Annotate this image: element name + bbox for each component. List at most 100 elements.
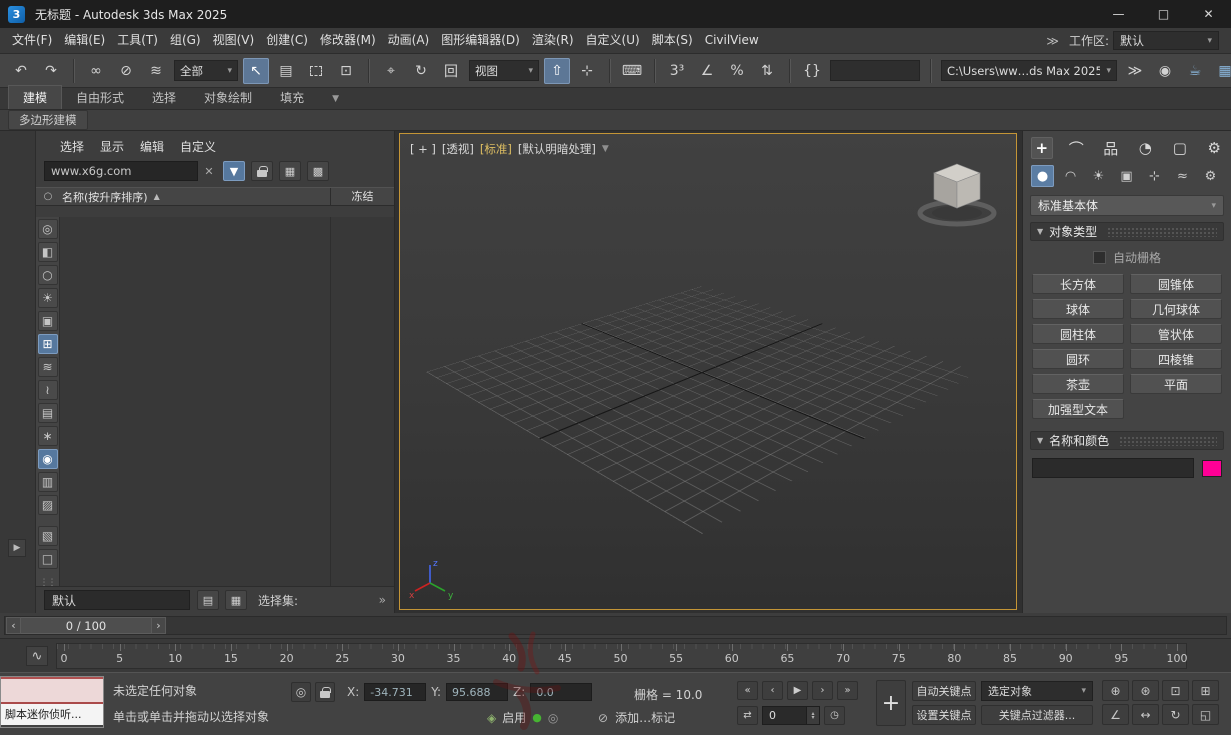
explorer-menu[interactable]: 显示 <box>92 138 132 155</box>
lock-selection-icon[interactable] <box>315 682 335 702</box>
xrefs-filter-icon[interactable]: ∗ <box>37 426 58 446</box>
next-frame-button[interactable]: › <box>812 681 833 700</box>
object-type-button[interactable]: 加强型文本 <box>1032 399 1124 419</box>
viewport-pov-menu[interactable]: [透视] <box>442 141 474 157</box>
angle-snap-icon[interactable]: ∠ <box>694 58 720 84</box>
modify-tab[interactable]: ⌒ <box>1066 137 1088 159</box>
undo-icon[interactable]: ↶ <box>8 58 34 84</box>
ribbon-tab[interactable]: 对象绘制 <box>190 86 266 109</box>
select-and-move-icon[interactable]: ⌖ <box>378 58 404 84</box>
menu-item[interactable]: 创建(C) <box>260 28 314 53</box>
go-to-end-button[interactable]: » <box>837 681 858 700</box>
shapes-filter-icon[interactable]: ○ <box>37 265 58 285</box>
cameras-category[interactable]: ▣ <box>1115 165 1138 187</box>
play-button[interactable]: ▶ <box>787 681 808 700</box>
helpers-category[interactable]: ⊹ <box>1143 165 1166 187</box>
display-tab[interactable]: ▢ <box>1169 137 1191 159</box>
snaps-toggle-3d-icon[interactable]: 3³ <box>664 58 690 84</box>
ribbon-tab[interactable]: 建模 <box>8 85 63 109</box>
time-slider-track[interactable] <box>4 616 1227 635</box>
object-type-button[interactable]: 长方体 <box>1032 274 1124 294</box>
add-time-tag-label[interactable]: 添加…标记 <box>615 709 675 726</box>
render-setup-icon[interactable]: ☕ <box>1182 58 1208 84</box>
object-type-button[interactable]: 圆环 <box>1032 349 1124 369</box>
ribbon-tab[interactable]: 选择 <box>138 86 190 109</box>
menu-item[interactable]: 组(G) <box>164 28 207 53</box>
frame-spinner[interactable]: ▴ ▾ <box>806 707 819 724</box>
zoom-extents-all-icon[interactable]: ⊞ <box>1192 680 1219 701</box>
macro-recorder-pane[interactable] <box>1 677 103 704</box>
name-column-header[interactable]: 名称(按升序排序) ▲ <box>60 189 330 205</box>
key-mode-toggle-icon[interactable]: ⇄ <box>737 706 758 725</box>
time-slider-value[interactable]: 0 / 100 <box>21 617 151 634</box>
object-type-rollout-header[interactable]: ▼ 对象类型 <box>1030 222 1224 241</box>
name-color-rollout-header[interactable]: ▼ 名称和颜色 <box>1030 431 1224 450</box>
field-of-view-icon[interactable]: ∠ <box>1102 704 1129 725</box>
animation-status-icon[interactable]: ◈ <box>487 711 496 725</box>
listener-pane[interactable]: 脚本迷你侦听... <box>1 704 103 725</box>
object-type-button[interactable]: 茶壶 <box>1032 374 1124 394</box>
go-to-start-button[interactable]: « <box>737 681 758 700</box>
unlink-selection-icon[interactable]: ⊘ <box>113 58 139 84</box>
selection-filter-combo[interactable]: 全部 ▾ <box>174 60 238 81</box>
subcategory-combo[interactable]: 标准基本体 ▾ <box>1030 195 1224 216</box>
minimize-button[interactable]: — <box>1096 0 1141 28</box>
maximize-viewport-icon[interactable]: ◱ <box>1192 704 1219 725</box>
materials-filter-icon[interactable]: ▥ <box>37 472 58 492</box>
menu-item[interactable]: 渲染(R) <box>526 28 580 53</box>
keyboard-shortcut-override-icon[interactable]: ⌨ <box>619 58 645 84</box>
redo-icon[interactable]: ↷ <box>38 58 64 84</box>
object-type-button[interactable]: 圆柱体 <box>1032 324 1124 344</box>
object-type-button[interactable]: 圆锥体 <box>1130 274 1222 294</box>
view-cube[interactable] <box>914 156 1000 235</box>
menu-overflow-icon[interactable]: ≫ <box>1038 34 1067 48</box>
set-key-button[interactable]: 设置关键点 <box>912 705 976 725</box>
key-filter-combo[interactable]: 选定对象 ▾ <box>981 681 1093 701</box>
object-type-button[interactable]: 四棱锥 <box>1130 349 1222 369</box>
helpers-filter-icon[interactable]: ⊞ <box>37 334 58 354</box>
ribbon-tab[interactable]: 填充 <box>266 86 318 109</box>
motion-tab[interactable]: ◔ <box>1135 137 1157 159</box>
cameras-filter-icon[interactable]: ▣ <box>37 311 58 331</box>
close-button[interactable]: ✕ <box>1186 0 1231 28</box>
previous-frame-button[interactable]: ‹ <box>762 681 783 700</box>
y-coordinate-field[interactable]: 95.688 <box>446 683 509 701</box>
explorer-config-icon[interactable]: ▦ <box>225 590 247 610</box>
footer-overflow-icon[interactable]: » <box>379 593 386 607</box>
x-coordinate-field[interactable]: -34.731 <box>364 683 427 701</box>
percent-snap-icon[interactable]: % <box>724 58 750 84</box>
systems-category[interactable]: ⚙ <box>1199 165 1222 187</box>
explorer-menu[interactable]: 自定义 <box>172 138 224 155</box>
expand-dock-icon[interactable]: ▶ <box>8 539 26 557</box>
lights-filter-icon[interactable]: ☀ <box>37 288 58 308</box>
menu-item[interactable]: 自定义(U) <box>580 28 646 53</box>
visibility-filter-icon[interactable]: ◉ <box>37 449 58 469</box>
spacewarps-category[interactable]: ≈ <box>1171 165 1194 187</box>
frozen-column-header[interactable]: 冻结 <box>330 188 394 205</box>
time-slider-handle[interactable]: ‹ 0 / 100 › <box>6 617 166 634</box>
maxscript-mini-listener[interactable]: 脚本迷你侦听... <box>0 676 104 728</box>
menu-item[interactable]: CivilView <box>699 28 765 53</box>
time-tag-area[interactable]: ⊘ 添加…标记 <box>598 709 675 726</box>
geometry-filter-icon[interactable]: ◧ <box>37 242 58 262</box>
ribbon-options-icon[interactable]: ▼ <box>326 94 345 104</box>
groups-filter-icon[interactable]: □ <box>37 549 58 569</box>
window-crossing-icon[interactable]: ⊡ <box>333 58 359 84</box>
edit-named-selection-sets-icon[interactable]: {} <box>799 58 825 84</box>
select-by-name-icon[interactable]: ▤ <box>273 58 299 84</box>
menu-item[interactable]: 文件(F) <box>6 28 58 53</box>
menu-item[interactable]: 视图(V) <box>207 28 261 53</box>
time-configuration-icon[interactable]: ◷ <box>824 706 845 725</box>
project-folder-combo[interactable]: C:\Users\ww…ds Max 2025 ▾ <box>941 60 1117 81</box>
set-keys-button[interactable]: + <box>876 680 906 726</box>
object-type-button[interactable]: 管状体 <box>1130 324 1222 344</box>
zoom-extents-icon[interactable]: ⊡ <box>1162 680 1189 701</box>
viewport-shading-menu[interactable]: [默认明暗处理] <box>518 141 596 157</box>
geometry-category[interactable]: ● <box>1031 165 1054 187</box>
sync-selection-icon[interactable]: ▩ <box>307 161 329 181</box>
object-name-field[interactable] <box>1032 458 1194 478</box>
next-frame-arrow-icon[interactable]: › <box>151 617 166 634</box>
menu-item[interactable]: 动画(A) <box>382 28 436 53</box>
rectangular-selection-region-icon[interactable] <box>303 58 329 84</box>
mini-curve-editor-icon[interactable]: ∿ <box>26 646 48 666</box>
